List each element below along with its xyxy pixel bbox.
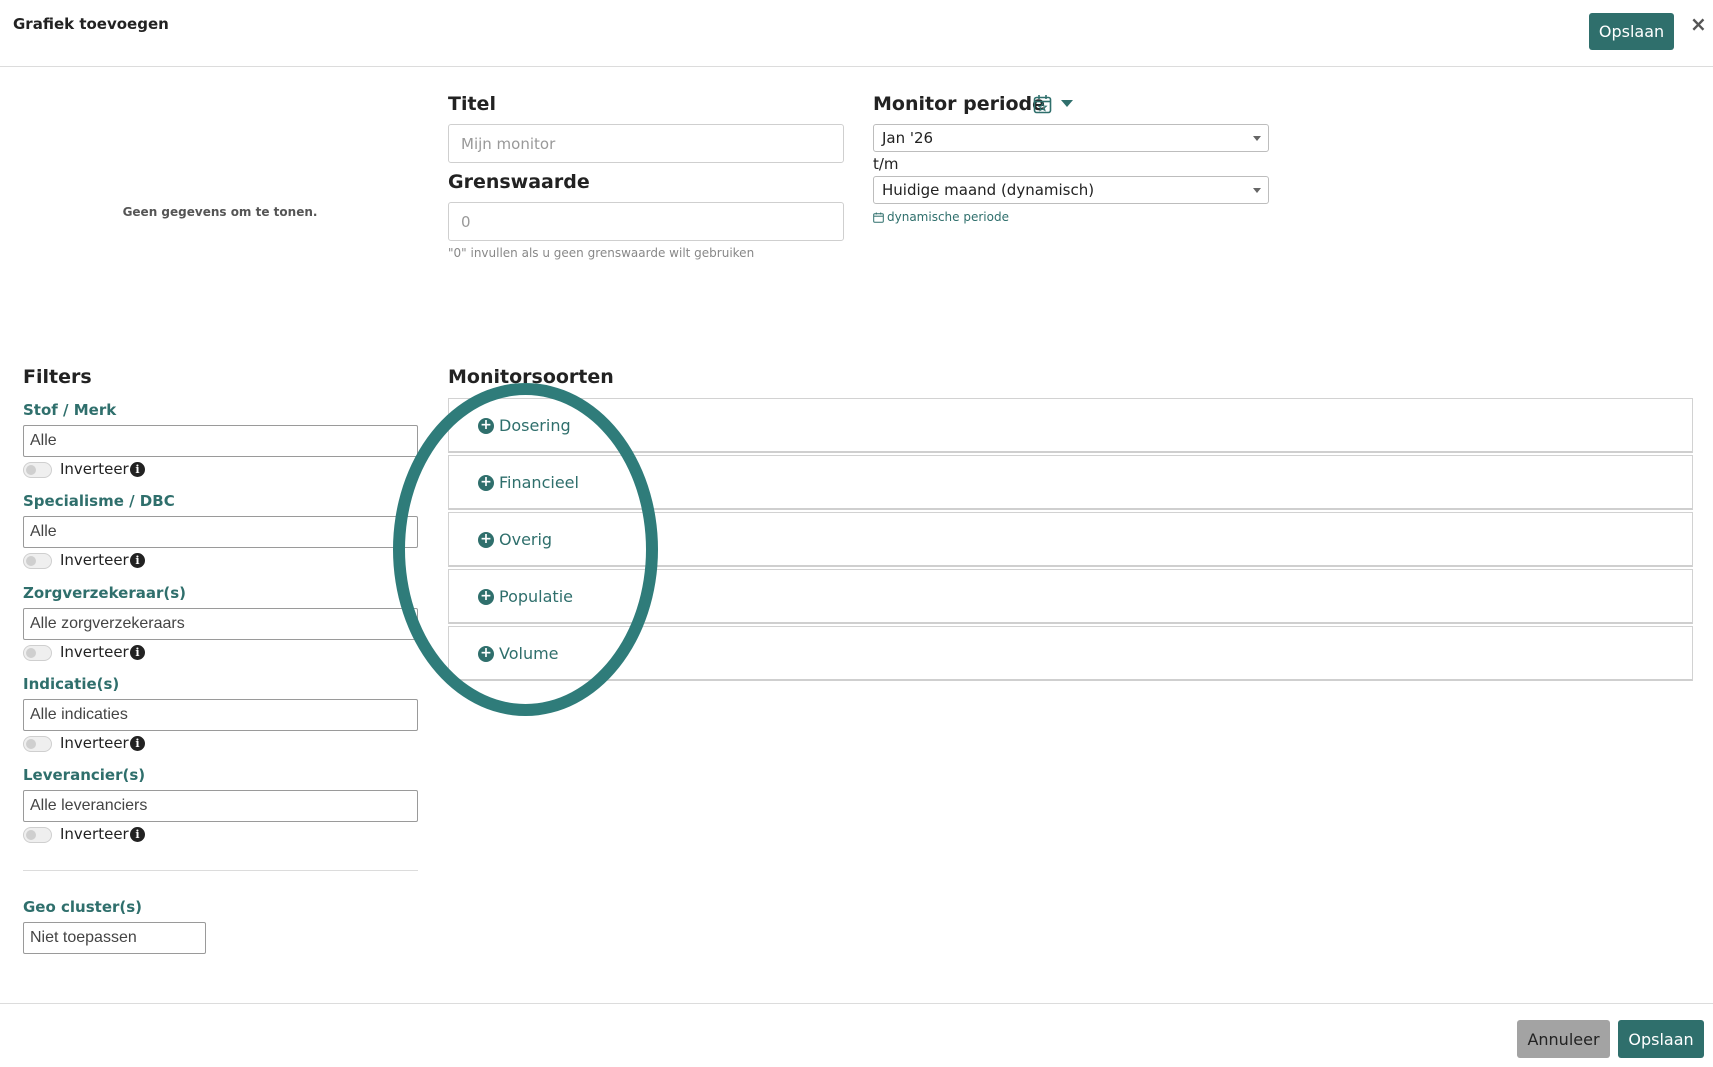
filter-input-specialisme-dbc[interactable]: Alle [23, 516, 418, 548]
monitor-types-heading: Monitorsoorten [448, 366, 614, 388]
monitor-type-label: Dosering [499, 416, 571, 435]
monitor-type-volume[interactable]: + Volume [448, 626, 1693, 681]
threshold-label: Grenswaarde [448, 171, 590, 193]
filter-label-stof-merk: Stof / Merk [23, 401, 117, 419]
toggle-knob [26, 556, 36, 566]
plus-circle-icon: + [478, 646, 494, 662]
dynamic-period-label: dynamische periode [887, 210, 1009, 224]
monitor-type-populatie[interactable]: + Populatie [448, 569, 1693, 624]
invert-toggle-specialisme-dbc[interactable] [23, 553, 52, 569]
title-input[interactable] [448, 124, 844, 163]
period-to-value: Huidige maand (dynamisch) [882, 181, 1095, 199]
footer-divider [0, 1003, 1713, 1004]
info-icon[interactable]: i [130, 827, 145, 842]
save-button[interactable]: Opslaan [1618, 1020, 1704, 1058]
filters-heading: Filters [23, 366, 92, 388]
filters-divider [23, 870, 418, 871]
monitor-type-label: Volume [499, 644, 559, 663]
monitor-type-label: Financieel [499, 473, 579, 492]
invert-label-leveranciers: Inverteer [60, 825, 129, 843]
chart-preview-empty-text: Geen gegevens om te tonen. [122, 205, 318, 219]
plus-circle-icon: + [478, 532, 494, 548]
invert-label-specialisme-dbc: Inverteer [60, 551, 129, 569]
filter-input-zorgverzekeraars[interactable]: Alle zorgverzekeraars [23, 608, 418, 640]
toggle-knob [26, 739, 36, 749]
info-icon[interactable]: i [130, 645, 145, 660]
plus-circle-icon: + [478, 418, 494, 434]
period-from-select[interactable]: Jan '26 [873, 124, 1269, 152]
filter-input-leveranciers[interactable]: Alle leveranciers [23, 790, 418, 822]
invert-label-stof-merk: Inverteer [60, 460, 129, 478]
toggle-knob [26, 465, 36, 475]
toggle-knob [26, 830, 36, 840]
invert-toggle-indicaties[interactable] [23, 736, 52, 752]
chevron-down-icon [1253, 136, 1261, 141]
info-icon[interactable]: i [130, 462, 145, 477]
monitor-type-overig[interactable]: + Overig [448, 512, 1693, 567]
invert-label-indicaties: Inverteer [60, 734, 129, 752]
period-dropdown-caret-icon[interactable] [1061, 100, 1073, 107]
cancel-button[interactable]: Annuleer [1517, 1020, 1610, 1058]
period-to-select[interactable]: Huidige maand (dynamisch) [873, 176, 1269, 204]
filter-input-stof-merk[interactable]: Alle [23, 425, 418, 457]
filter-label-leveranciers: Leverancier(s) [23, 766, 146, 784]
invert-toggle-zorgverzekeraars[interactable] [23, 645, 52, 661]
save-button-top[interactable]: Opslaan [1589, 13, 1674, 50]
threshold-input[interactable] [448, 202, 844, 241]
filter-label-specialisme-dbc: Specialisme / DBC [23, 492, 175, 510]
filter-label-zorgverzekeraars: Zorgverzekeraar(s) [23, 584, 186, 602]
invert-toggle-stof-merk[interactable] [23, 462, 52, 478]
filter-input-geo-cluster[interactable]: Niet toepassen [23, 922, 206, 954]
info-icon[interactable]: i [130, 736, 145, 751]
plus-circle-icon: + [478, 475, 494, 491]
info-icon[interactable]: i [130, 553, 145, 568]
invert-label-zorgverzekeraars: Inverteer [60, 643, 129, 661]
period-from-value: Jan '26 [882, 129, 934, 147]
invert-toggle-leveranciers[interactable] [23, 827, 52, 843]
header-divider [0, 66, 1713, 67]
monitor-type-label: Populatie [499, 587, 573, 606]
plus-circle-icon: + [478, 589, 494, 605]
monitor-type-label: Overig [499, 530, 553, 549]
calendar-icon [873, 212, 884, 223]
dynamic-period-link[interactable]: dynamische periode [873, 210, 1009, 224]
toggle-knob [26, 648, 36, 658]
threshold-hint: "0" invullen als u geen grenswaarde wilt… [448, 246, 755, 260]
filter-input-indicaties[interactable]: Alle indicaties [23, 699, 418, 731]
period-until-label: t/m [873, 155, 899, 173]
chevron-down-icon [1253, 188, 1261, 193]
dialog-title: Grafiek toevoegen [13, 15, 169, 33]
period-label: Monitor periode [873, 93, 1046, 115]
close-icon[interactable]: × [1690, 12, 1707, 36]
title-label: Titel [448, 93, 496, 115]
monitor-type-financieel[interactable]: + Financieel [448, 455, 1693, 510]
filter-label-indicaties: Indicatie(s) [23, 675, 120, 693]
monitor-type-dosering[interactable]: + Dosering [448, 398, 1693, 453]
calendar-star-icon[interactable] [1033, 94, 1052, 114]
filter-label-geo-cluster: Geo cluster(s) [23, 898, 143, 916]
